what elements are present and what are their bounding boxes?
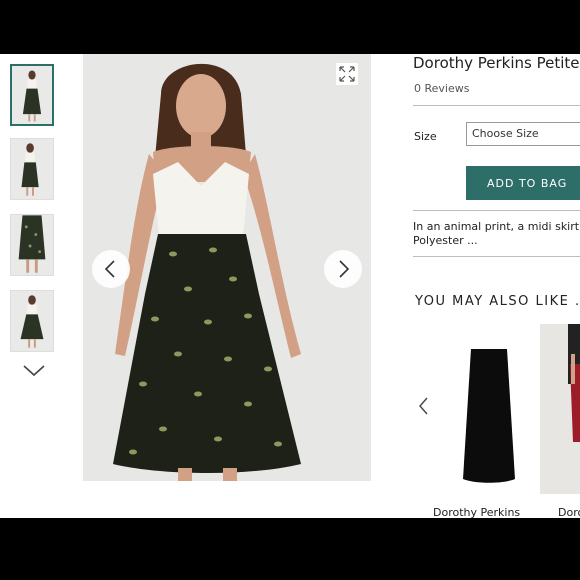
chevron-right-icon: [339, 260, 350, 278]
expand-arrows-icon: [339, 66, 355, 82]
thumbnail-4[interactable]: [10, 290, 54, 352]
recommendation-name-1: Dorothy Perkins: [433, 506, 521, 518]
recommendation-image-2: [540, 324, 580, 494]
you-may-also-like-heading: YOU MAY ALSO LIKE . . .: [415, 294, 580, 309]
thumbnail-2-image: [11, 139, 53, 199]
chevron-left-icon[interactable]: [417, 396, 431, 416]
previous-image-button[interactable]: [92, 250, 130, 288]
chevron-down-icon[interactable]: [22, 364, 46, 378]
thumbnail-2[interactable]: [10, 138, 54, 200]
expand-image-button[interactable]: [336, 63, 358, 85]
thumbnail-4-image: [11, 291, 53, 351]
thumbnail-1-image: [12, 66, 52, 124]
divider: [413, 256, 580, 257]
thumbnail-3-image: [11, 215, 53, 275]
recommendation-name-2: Doro: [558, 506, 580, 518]
main-product-image: [83, 54, 371, 481]
divider: [413, 210, 580, 211]
bottom-black-bar: [0, 518, 580, 580]
reviews-link[interactable]: 0 Reviews: [414, 82, 469, 95]
product-page: Dorothy Perkins Petite 0 Reviews Size Ch…: [0, 54, 580, 518]
size-select[interactable]: Choose Size: [466, 122, 580, 146]
next-image-button[interactable]: [324, 250, 362, 288]
product-description: In an animal print, a midi skirt fr Poly…: [413, 220, 580, 248]
size-label: Size: [414, 130, 437, 143]
product-info-panel: Dorothy Perkins Petite 0 Reviews Size Ch…: [413, 54, 580, 518]
add-to-bag-button[interactable]: ADD TO BAG: [466, 166, 580, 200]
recommendation-image-1: [435, 324, 545, 494]
top-black-bar: [0, 0, 580, 54]
description-line-1: In an animal print, a midi skirt fr: [413, 220, 580, 233]
chevron-left-icon: [104, 260, 115, 278]
product-title: Dorothy Perkins Petite: [413, 54, 580, 72]
thumbnail-1[interactable]: [10, 64, 54, 126]
thumbnail-3[interactable]: [10, 214, 54, 276]
description-line-2: Polyester ...: [413, 234, 478, 247]
divider: [413, 105, 580, 106]
